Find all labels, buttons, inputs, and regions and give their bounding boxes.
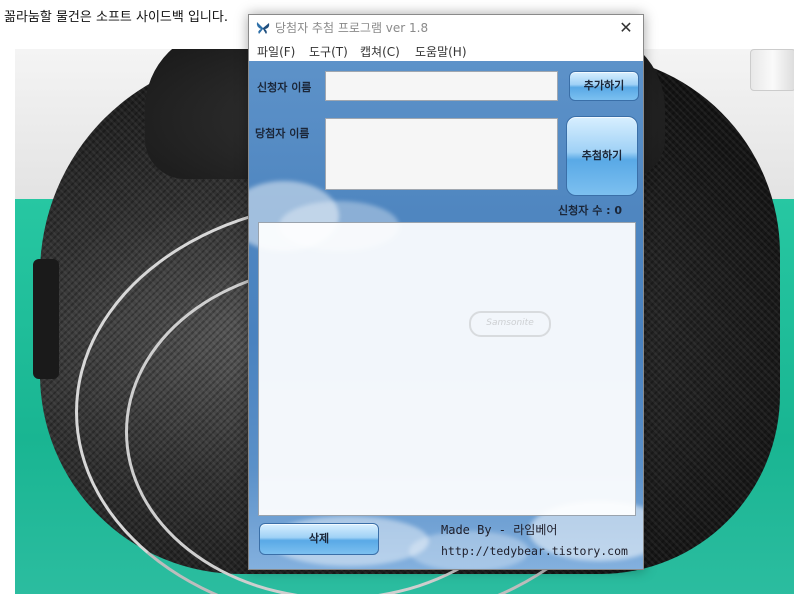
page-caption: 꼶라눔할 물건은 소프트 사이드백 입니다. bbox=[4, 10, 228, 25]
client-area: 신청자 이름 추가하기 당첨자 이름 추첨하기 신청자 수 : 0 Samson… bbox=[249, 61, 643, 569]
photo-bag-strap bbox=[33, 259, 59, 379]
title-bar[interactable]: 당첨자 추첨 프로그램 ver 1.8 ✕ bbox=[249, 15, 643, 41]
winner-label: 당첨자 이름 bbox=[255, 127, 310, 140]
applicant-name-input[interactable] bbox=[325, 71, 558, 101]
close-button[interactable]: ✕ bbox=[609, 15, 643, 41]
butterfly-icon bbox=[256, 22, 270, 34]
applicant-list[interactable]: Samsonite bbox=[258, 222, 636, 516]
photo-jar bbox=[750, 49, 794, 91]
draw-button[interactable]: 추첨하기 bbox=[566, 116, 638, 196]
winner-name-output[interactable] bbox=[325, 118, 558, 190]
add-button[interactable]: 추가하기 bbox=[569, 71, 639, 101]
menu-capture[interactable]: 캡쳐(C) bbox=[360, 43, 400, 60]
applicant-label: 신청자 이름 bbox=[257, 81, 312, 94]
credit-url[interactable]: http://tedybear.tistory.com bbox=[441, 544, 628, 558]
credit-author: Made By - 라임베어 bbox=[441, 523, 558, 537]
app-window: 당첨자 추첨 프로그램 ver 1.8 ✕ 파일(F) 도구(T) 캡쳐(C) … bbox=[248, 14, 644, 570]
menu-help[interactable]: 도움말(H) bbox=[415, 43, 467, 60]
menu-tools[interactable]: 도구(T) bbox=[309, 43, 348, 60]
menu-bar: 파일(F) 도구(T) 캡쳐(C) 도움말(H) bbox=[249, 41, 643, 61]
watermark-logo: Samsonite bbox=[469, 311, 551, 337]
delete-button[interactable]: 삭제 bbox=[259, 523, 379, 555]
menu-file[interactable]: 파일(F) bbox=[257, 43, 295, 60]
window-title: 당첨자 추첨 프로그램 ver 1.8 bbox=[275, 21, 429, 35]
applicant-count: 신청자 수 : 0 bbox=[558, 204, 623, 217]
